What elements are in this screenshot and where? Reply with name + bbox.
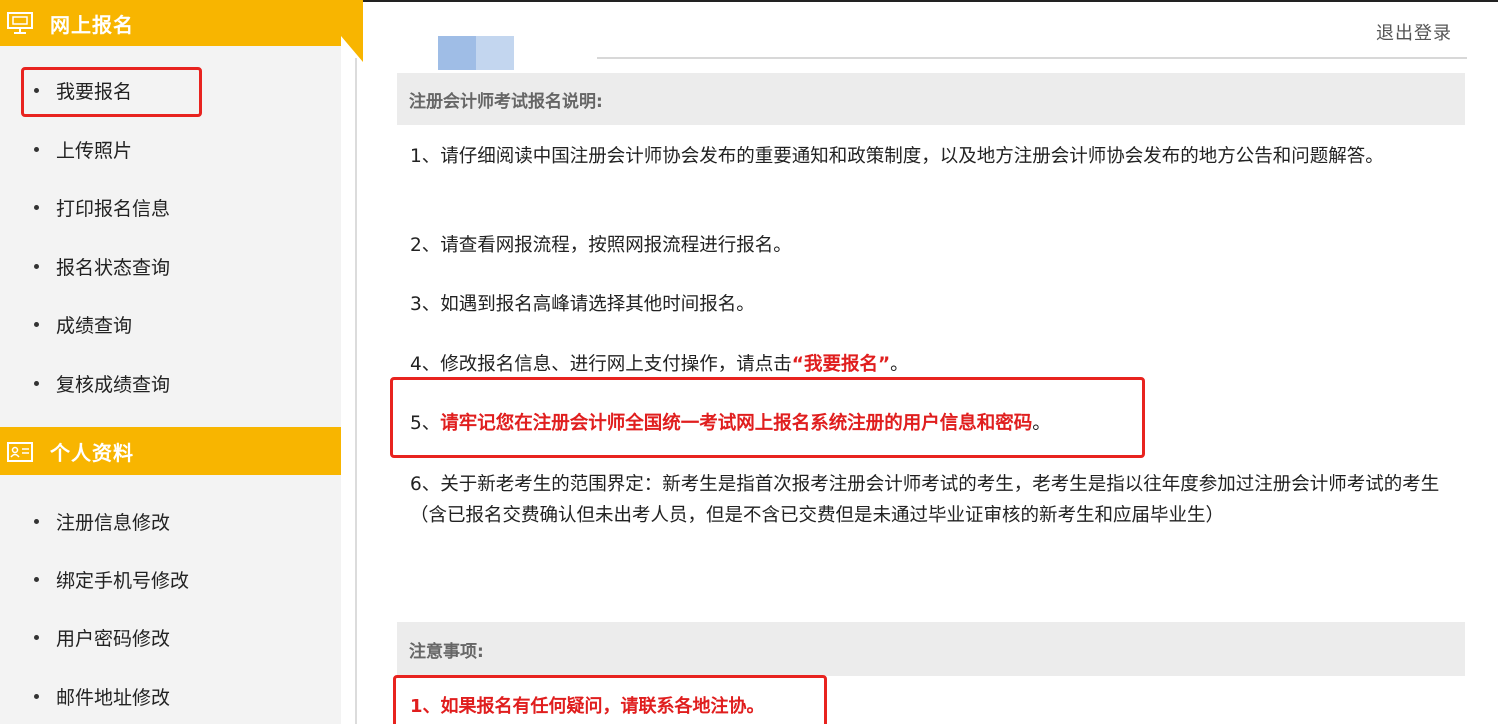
intro-item-2: 2、请查看网报流程，按照网报流程进行报名。 — [410, 235, 792, 256]
sidebar-gap — [341, 0, 363, 724]
register-link[interactable]: “我要报名” — [792, 354, 890, 375]
sidebar-item-label: 成绩查询 — [56, 314, 133, 337]
bullet-icon — [34, 518, 39, 524]
intro-item-1: 1、请仔细阅读中国注册会计师协会发布的重要通知和政策制度，以及地方注册会计师协会… — [410, 146, 1384, 167]
intro-item-3: 3、如遇到报名高峰请选择其他时间报名。 — [410, 294, 755, 315]
bullet-icon — [34, 634, 39, 640]
sidebar-item-label: 用户密码修改 — [56, 627, 171, 650]
id-card-icon — [5, 440, 35, 464]
bullet-icon — [34, 576, 39, 582]
sidebar-divider — [355, 58, 357, 724]
tab-underline — [597, 57, 1467, 59]
sidebar-item-label: 绑定手机号修改 — [56, 569, 190, 592]
highlight-box-notes — [393, 675, 827, 724]
sidebar-item-label: 复核成绩查询 — [56, 373, 171, 396]
intro-title: 注册会计师考试报名说明: — [397, 73, 1465, 125]
sidebar-item-status-query[interactable]: 报名状态查询 — [34, 251, 170, 281]
sidebar-item-label: 注册信息修改 — [56, 511, 171, 534]
bullet-icon — [34, 380, 39, 386]
sidebar-item-label: 报名状态查询 — [56, 256, 171, 279]
highlight-box-credentials — [390, 377, 1145, 458]
intro-item-4-text: 4、修改报名信息、进行网上支付操作，请点击 — [410, 354, 792, 375]
bullet-icon — [34, 263, 39, 269]
intro-item-4-suffix: 。 — [890, 354, 909, 375]
sidebar-item-label: 上传照片 — [56, 139, 133, 162]
bullet-icon — [34, 693, 39, 699]
logout-link[interactable]: 退出登录 — [1376, 19, 1452, 45]
section-title-online-registration: 网上报名 — [50, 12, 134, 37]
sidebar-item-edit-phone[interactable]: 绑定手机号修改 — [34, 564, 189, 594]
tab-indicator-left — [438, 36, 476, 70]
sidebar-item-edit-email[interactable]: 邮件地址修改 — [34, 681, 170, 711]
tab-indicator-right — [476, 36, 514, 70]
intro-item-6: 6、关于新老考生的范围界定：新考生是指首次报考注册会计师考试的考生，老考生是指以… — [410, 474, 1440, 526]
sidebar-item-print-info[interactable]: 打印报名信息 — [34, 192, 170, 222]
tab-indicator — [438, 36, 514, 70]
sidebar-item-label: 打印报名信息 — [56, 197, 171, 220]
bullet-icon — [34, 146, 39, 152]
notes-title: 注意事项: — [397, 622, 1465, 676]
bullet-icon — [34, 321, 39, 327]
sidebar-item-edit-password[interactable]: 用户密码修改 — [34, 622, 170, 652]
sidebar-item-label: 邮件地址修改 — [56, 686, 171, 709]
sidebar-item-upload-photo[interactable]: 上传照片 — [34, 134, 132, 164]
section-header-online-registration: 网上报名 — [0, 0, 341, 46]
bullet-icon — [34, 204, 39, 210]
sidebar-item-review-score-query[interactable]: 复核成绩查询 — [34, 368, 170, 398]
section-header-tab — [341, 0, 363, 62]
intro-item-4: 4、修改报名信息、进行网上支付操作，请点击“我要报名”。 — [410, 349, 1450, 380]
sidebar-item-score-query[interactable]: 成绩查询 — [34, 309, 132, 339]
highlight-box-register — [21, 67, 202, 117]
sidebar-item-edit-registration[interactable]: 注册信息修改 — [34, 506, 170, 536]
section-title-personal-info: 个人资料 — [50, 440, 134, 465]
monitor-icon — [5, 11, 35, 35]
section-header-personal-info: 个人资料 — [0, 427, 341, 475]
